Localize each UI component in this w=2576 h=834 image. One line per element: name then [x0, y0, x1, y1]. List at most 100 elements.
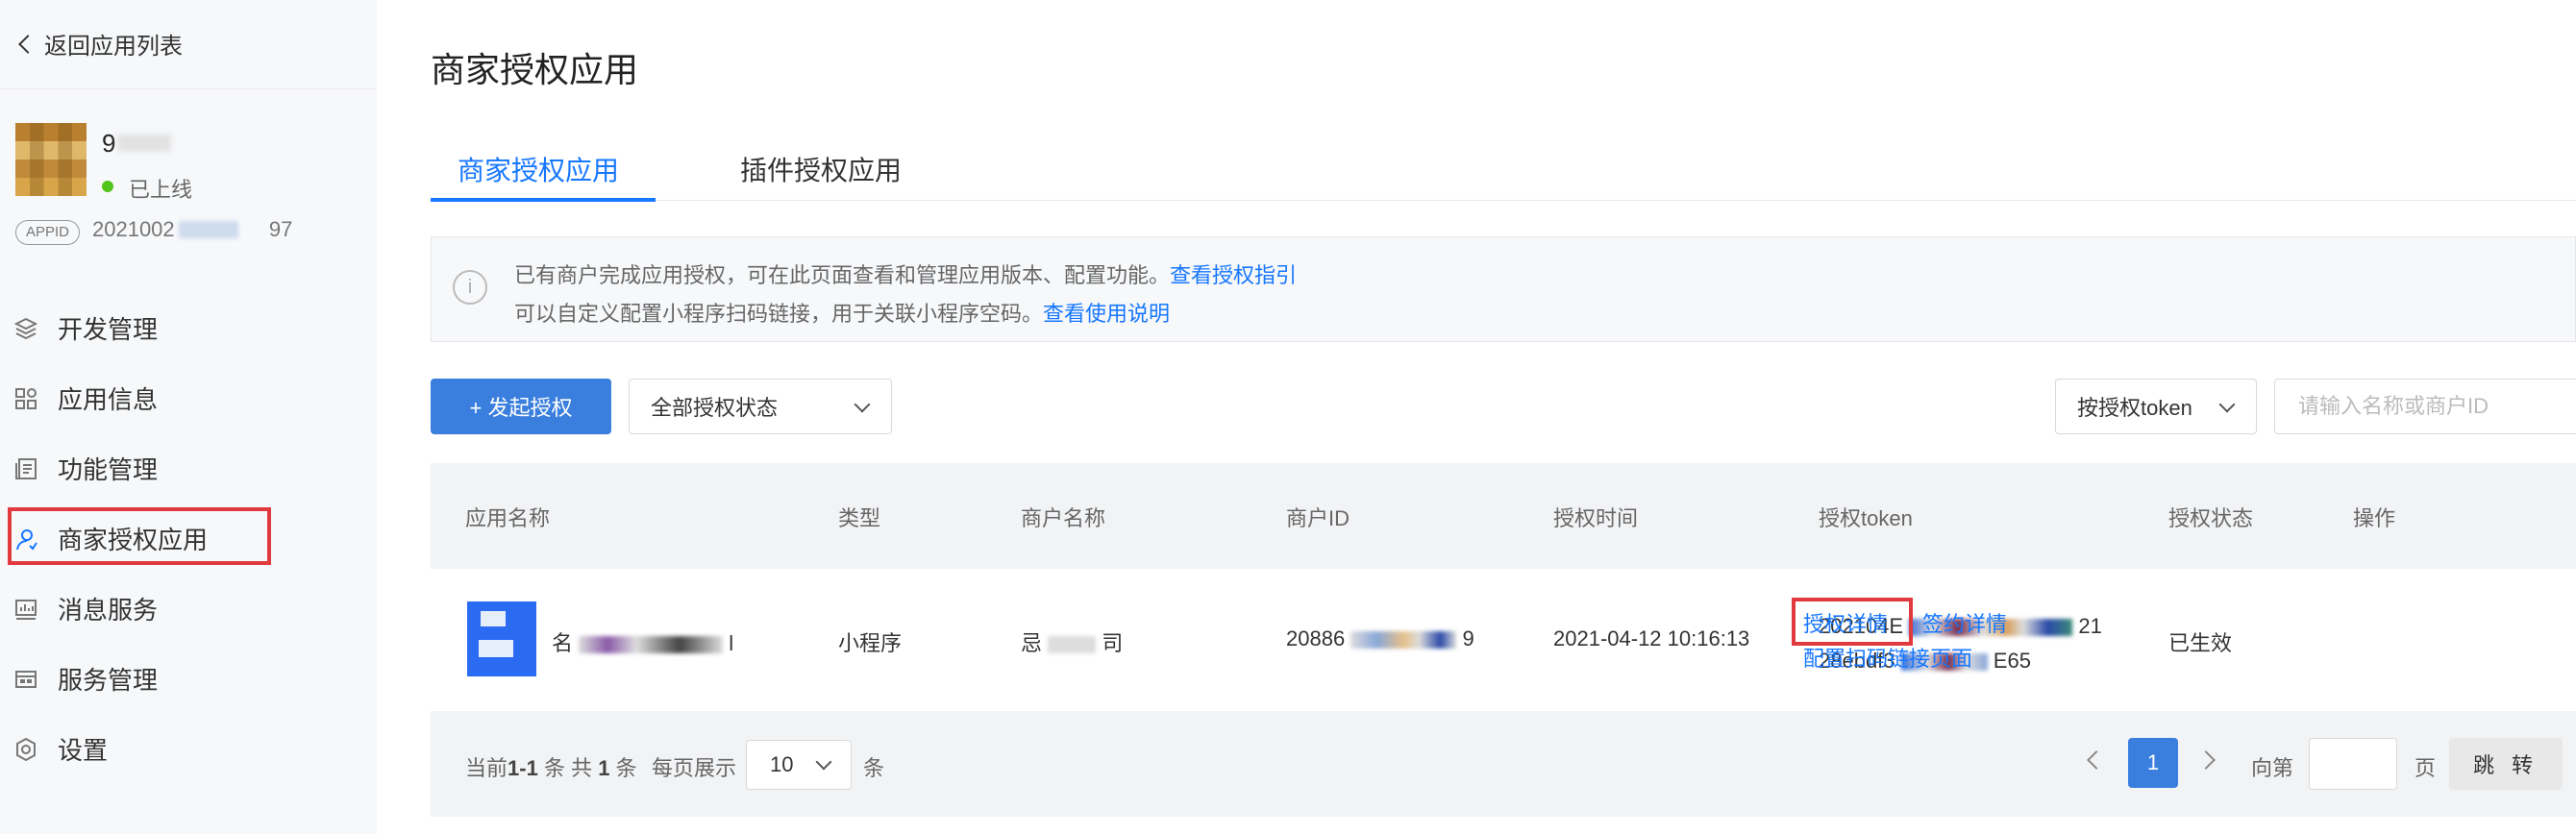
sidebar-item-feature-management[interactable]: 功能管理 — [0, 433, 377, 503]
auth-guide-link[interactable]: 查看授权指引 — [1170, 263, 1297, 287]
goto-label: 向第 — [2251, 756, 2294, 780]
start-auth-button[interactable]: + 发起授权 — [431, 379, 611, 434]
chevron-left-icon — [18, 34, 37, 54]
sidebar-item-settings[interactable]: 设置 — [0, 714, 377, 784]
notice-line-2: 可以自定义配置小程序扫码链接，用于关联小程序空码。查看使用说明 — [514, 297, 1170, 328]
goto-page-input[interactable] — [2309, 738, 2397, 790]
usage-guide-link[interactable]: 查看使用说明 — [1043, 302, 1170, 326]
back-to-app-list-link[interactable]: 返回应用列表 — [17, 27, 183, 61]
chevron-down-icon — [815, 753, 832, 771]
layers-icon — [13, 316, 38, 341]
summary-mid: 条 共 — [543, 756, 593, 780]
status-filter-value: 全部授权状态 — [651, 396, 779, 420]
next-page-icon[interactable] — [2196, 750, 2216, 770]
app-name: 9 — [102, 129, 118, 158]
per-page-unit: 条 — [863, 756, 885, 780]
type-cell: 小程序 — [838, 631, 903, 655]
app-avatar — [15, 123, 87, 196]
column-header: 商户ID — [1286, 506, 1350, 530]
page-title: 商家授权应用 — [431, 50, 639, 89]
goto-button[interactable]: 跳 转 — [2449, 738, 2563, 790]
column-header: 商户名称 — [1021, 506, 1106, 530]
sidebar-item-merchant-auth-apps[interactable]: 商家授权应用 — [0, 503, 377, 574]
app-status: 已上线 — [129, 178, 193, 202]
per-page-label: 每页展示 — [652, 756, 737, 780]
sidebar-item-dev-management[interactable]: 开发管理 — [0, 293, 377, 363]
redacted-appid — [179, 221, 238, 238]
table-row: 名 l 小程序 忌 司 20886 9 2021-04-12 10:16:13 … — [431, 569, 2576, 712]
column-header: 类型 — [838, 506, 881, 530]
appid-prefix: 2021002 — [92, 217, 175, 241]
info-icon: i — [453, 270, 487, 305]
column-header: 操作 — [2353, 506, 2396, 530]
notice-line-1: 已有商户完成应用授权，可在此页面查看和管理应用版本、配置功能。查看授权指引 — [514, 258, 1297, 289]
sidebar-item-service-management[interactable]: 服务管理 — [0, 644, 377, 714]
status-cell: 已生效 — [2168, 631, 2233, 655]
notice-text-1: 已有商户完成应用授权，可在此页面查看和管理应用版本、配置功能。 — [514, 263, 1171, 287]
back-label: 返回应用列表 — [44, 34, 183, 60]
pagination-summary: 当前1-1 条 共 1 条 — [465, 751, 637, 782]
column-header: 应用名称 — [465, 506, 551, 530]
sidebar-nav: 开发管理 应用信息 功能管理 商家授权应用 消息服务 服务管理 设置 — [0, 293, 377, 784]
chevron-down-icon — [854, 396, 871, 413]
notice-text-2: 可以自定义配置小程序扫码链接，用于关联小程序空码。 — [514, 302, 1044, 326]
search-field — [2274, 379, 2576, 434]
redacted-text — [1048, 636, 1097, 654]
per-page-value: 10 — [770, 752, 794, 776]
tab-bar: 商家授权应用 插件授权应用 — [431, 142, 2576, 202]
goto-unit: 页 — [2415, 756, 2437, 780]
table-header: 应用名称 类型 商户名称 商户ID 授权时间 授权token 授权状态 操作 — [431, 463, 2576, 569]
document-list-icon — [13, 456, 38, 481]
merchant-name-text: 忌 — [1021, 631, 1043, 655]
merchant-id-tail: 9 — [1462, 626, 1474, 650]
sidebar-item-app-info[interactable]: 应用信息 — [0, 363, 377, 433]
auth-detail-link[interactable]: 授权详情 — [1803, 607, 1888, 638]
chart-board-icon — [13, 597, 38, 622]
token-line-2-tail: E65 — [1993, 649, 2031, 673]
grid-apps-icon — [13, 386, 38, 411]
search-input[interactable] — [2296, 393, 2576, 420]
redacted-app-name — [117, 135, 171, 152]
appid-badge: APPID — [15, 220, 81, 245]
search-by-value: 按授权token — [2077, 396, 2192, 420]
merchant-id-text: 20886 — [1286, 626, 1346, 650]
config-scan-link-page-link[interactable]: 配置扫码链接页面 — [1803, 642, 1972, 673]
main-content: 商家授权应用 商家授权应用 插件授权应用 i 已有商户完成应用授权，可在此页面查… — [431, 0, 2576, 834]
app-icon — [467, 601, 536, 676]
divider — [0, 88, 377, 89]
sidebar: 返回应用列表 9 已上线 APPID 2021002 97 开发管理 应用信息 — [0, 0, 377, 834]
app-name-text: 名 — [552, 631, 574, 655]
prev-page-icon[interactable] — [2087, 750, 2106, 770]
info-notice: i 已有商户完成应用授权，可在此页面查看和管理应用版本、配置功能。查看授权指引 … — [431, 236, 2576, 342]
tab-merchant-auth-apps[interactable]: 商家授权应用 — [458, 150, 619, 188]
status-filter-select[interactable]: 全部授权状态 — [629, 379, 892, 434]
panel-icon — [13, 667, 38, 692]
column-header: 授权时间 — [1553, 506, 1639, 530]
auth-time-cell: 2021-04-12 10:16:13 — [1553, 626, 1750, 650]
gear-icon — [13, 737, 38, 762]
appid-suffix: 97 — [268, 217, 293, 241]
pagination-bar: 当前1-1 条 共 1 条 每页展示 10 条 1 向第 页 跳 转 — [431, 711, 2576, 817]
redacted-text — [1350, 631, 1457, 650]
page-1-button[interactable]: 1 — [2128, 738, 2178, 788]
column-header: 授权状态 — [2168, 506, 2254, 530]
summary-suffix: 条 — [615, 756, 637, 780]
per-page-select[interactable]: 10 — [746, 740, 852, 790]
token-line-1-tail: 21 — [2078, 614, 2102, 638]
contract-detail-link[interactable]: 签约详情 — [1922, 607, 2007, 638]
merchant-name-cell: 忌 司 — [1021, 626, 1123, 657]
app-name-cell: 名 l — [552, 626, 733, 657]
column-header: 授权token — [1819, 506, 1913, 530]
sidebar-item-label: 应用信息 — [58, 385, 159, 414]
merchant-name-tail: 司 — [1102, 631, 1124, 655]
active-tab-indicator — [431, 198, 656, 202]
sidebar-item-label: 消息服务 — [58, 596, 159, 625]
tab-plugin-auth-apps[interactable]: 插件授权应用 — [740, 150, 902, 188]
sidebar-item-label: 设置 — [58, 736, 109, 765]
sidebar-item-label: 服务管理 — [58, 666, 159, 695]
merchant-id-cell: 20886 9 — [1286, 626, 1474, 651]
chevron-down-icon — [2218, 396, 2236, 413]
search-by-select[interactable]: 按授权token — [2055, 379, 2257, 434]
status-dot-icon — [102, 181, 113, 192]
sidebar-item-message-service[interactable]: 消息服务 — [0, 574, 377, 644]
